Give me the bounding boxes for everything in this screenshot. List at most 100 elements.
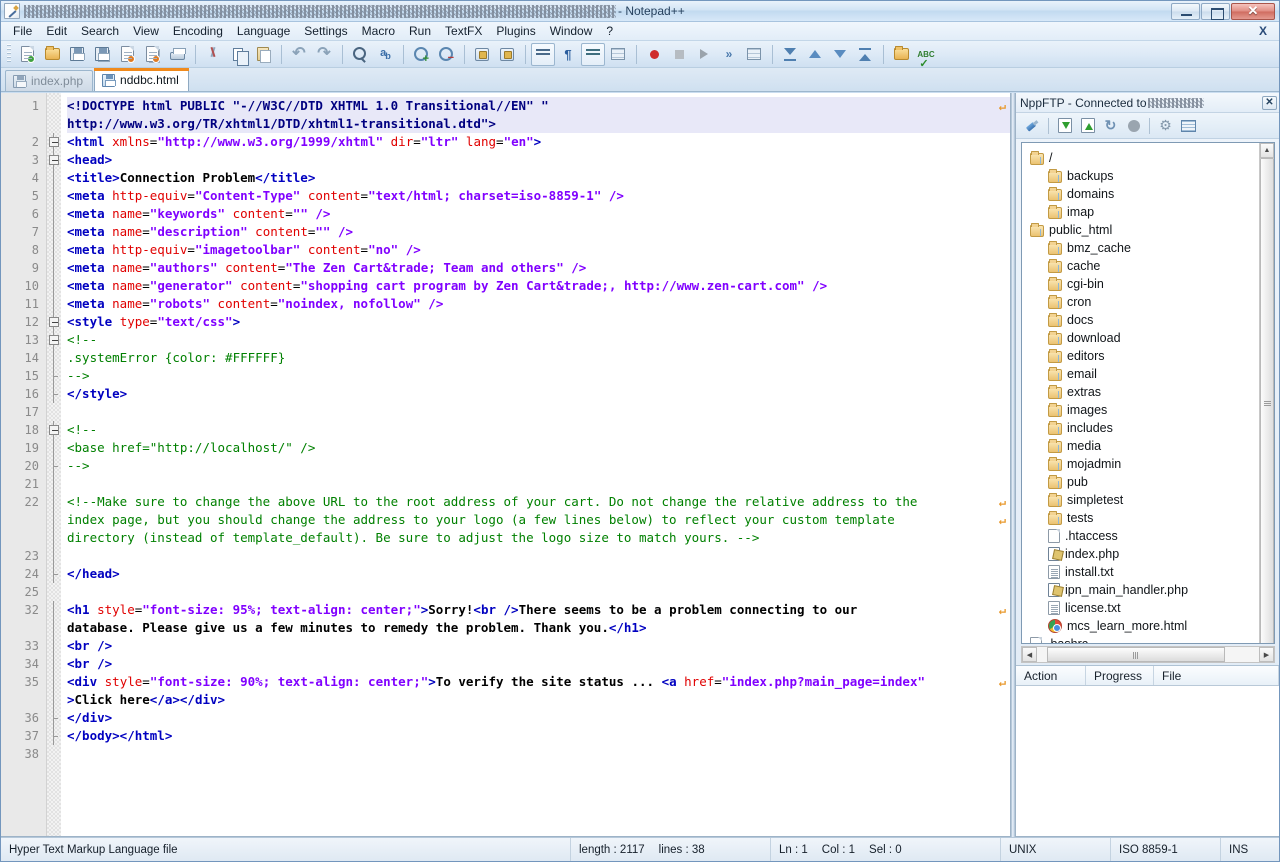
refresh-icon[interactable] <box>1100 115 1121 136</box>
scroll-track[interactable] <box>1260 158 1274 643</box>
code-line[interactable]: index page, but you should change the ad… <box>67 511 1010 529</box>
menu-encoding[interactable]: Encoding <box>166 23 230 39</box>
redo-icon[interactable] <box>312 43 336 66</box>
transfer-queue-body[interactable] <box>1016 686 1279 836</box>
fold-margin[interactable] <box>47 93 61 836</box>
run-macro-multiple-icon[interactable] <box>717 43 741 66</box>
code-line[interactable]: <meta name="keywords" content="" /> <box>67 205 1010 223</box>
maximize-button[interactable] <box>1201 2 1230 20</box>
code-line[interactable]: <!-- <box>67 421 1010 439</box>
code-line[interactable]: <meta name="authors" content="The Zen Ca… <box>67 259 1010 277</box>
code-line[interactable] <box>67 583 1010 601</box>
abort-icon[interactable] <box>1123 115 1144 136</box>
fold-toggle-icon[interactable] <box>47 421 61 439</box>
menu-file[interactable]: File <box>6 23 39 39</box>
tree-item[interactable]: mcs_learn_more.html <box>1022 617 1259 635</box>
fold-toggle-icon[interactable] <box>47 133 61 151</box>
sync-vertical-icon[interactable] <box>470 43 494 66</box>
tree-item[interactable]: extras <box>1022 383 1259 401</box>
record-macro-icon[interactable] <box>642 43 666 66</box>
save-icon[interactable] <box>65 43 89 66</box>
cut-icon[interactable] <box>201 43 225 66</box>
code-line[interactable]: <meta name="robots" content="noindex, no… <box>67 295 1010 313</box>
close-window-button[interactable]: ✕ <box>1231 2 1275 20</box>
tree-item[interactable]: email <box>1022 365 1259 383</box>
indent-guide-icon[interactable] <box>581 42 605 66</box>
code-text-area[interactable]: <!DOCTYPE html PUBLIC "-//W3C//DTD XHTML… <box>61 93 1010 836</box>
menu-plugins[interactable]: Plugins <box>489 23 542 39</box>
menu-run[interactable]: Run <box>402 23 438 39</box>
tree-item[interactable]: media <box>1022 437 1259 455</box>
close-all-icon[interactable] <box>140 43 164 66</box>
tree-item[interactable]: index.php <box>1022 545 1259 563</box>
user-define-dialog-icon[interactable] <box>606 43 630 66</box>
unfold-all-icon[interactable] <box>853 43 877 66</box>
column-action[interactable]: Action <box>1016 666 1086 685</box>
sync-horizontal-icon[interactable] <box>495 43 519 66</box>
zoom-out-icon[interactable] <box>434 43 458 66</box>
column-file[interactable]: File <box>1154 666 1279 685</box>
code-line[interactable]: <br /> <box>67 655 1010 673</box>
zoom-in-icon[interactable] <box>409 43 433 66</box>
scroll-thumb[interactable] <box>1047 647 1225 662</box>
code-line[interactable]: <meta http-equiv="imagetoolbar" content=… <box>67 241 1010 259</box>
collapse-level-icon[interactable] <box>803 43 827 66</box>
menu-macro[interactable]: Macro <box>355 23 402 39</box>
print-icon[interactable] <box>165 43 189 66</box>
tree-item[interactable]: editors <box>1022 347 1259 365</box>
code-editor[interactable]: 1 2 3 4 5 6 7 8 9 10 11 12 13 14 15 16 17 18 19 20 21 22 23 24 2… <box>1 93 1011 837</box>
tree-item[interactable]: mojadmin <box>1022 455 1259 473</box>
code-line[interactable]: <meta name="generator" content="shopping… <box>67 277 1010 295</box>
show-all-chars-icon[interactable] <box>556 43 580 66</box>
fold-all-icon[interactable] <box>778 43 802 66</box>
upload-icon[interactable] <box>1077 115 1098 136</box>
menu-help[interactable]: ? <box>599 23 620 39</box>
new-file-icon[interactable] <box>15 43 39 66</box>
close-panel-button[interactable]: ✕ <box>1262 95 1277 110</box>
tree-item[interactable]: / <box>1022 149 1259 167</box>
open-file-icon[interactable] <box>40 43 64 66</box>
fold-toggle-icon[interactable] <box>47 313 61 331</box>
messages-list-icon[interactable] <box>1178 115 1199 136</box>
fold-toggle-icon[interactable] <box>47 151 61 169</box>
tree-item[interactable]: images <box>1022 401 1259 419</box>
tree-item[interactable]: simpletest <box>1022 491 1259 509</box>
code-line[interactable]: <!--Make sure to change the above URL to… <box>67 493 1010 511</box>
code-line[interactable]: --> <box>67 457 1010 475</box>
scroll-left-icon[interactable]: ◀ <box>1022 647 1037 662</box>
close-file-icon[interactable] <box>115 43 139 66</box>
tree-item[interactable]: ipn_main_handler.php <box>1022 581 1259 599</box>
code-line[interactable]: </body></html> <box>67 727 1010 745</box>
menu-textfx[interactable]: TextFX <box>438 23 489 39</box>
menu-window[interactable]: Window <box>543 23 600 39</box>
tab-index-php[interactable]: index.php <box>5 70 94 91</box>
tree-item[interactable]: cgi-bin <box>1022 275 1259 293</box>
tree-horizontal-scrollbar[interactable]: ◀ ▶ <box>1021 646 1275 663</box>
minimize-button[interactable] <box>1171 2 1200 20</box>
code-line[interactable] <box>67 475 1010 493</box>
scroll-up-icon[interactable]: ▲ <box>1260 143 1274 158</box>
tree-item[interactable]: .htaccess <box>1022 527 1259 545</box>
tree-item[interactable]: domains <box>1022 185 1259 203</box>
tree-item[interactable]: includes <box>1022 419 1259 437</box>
toolbar-grip[interactable] <box>7 44 11 64</box>
code-line[interactable]: >Click here</a></div> <box>67 691 1010 709</box>
column-progress[interactable]: Progress <box>1086 666 1154 685</box>
code-line[interactable] <box>67 745 1010 763</box>
code-line[interactable] <box>67 547 1010 565</box>
fold-toggle-icon[interactable] <box>47 331 61 349</box>
code-line[interactable]: .systemError {color: #FFFFFF} <box>67 349 1010 367</box>
scroll-thumb[interactable] <box>1260 158 1274 643</box>
settings-gear-icon[interactable] <box>1155 115 1176 136</box>
code-line[interactable]: <title>Connection Problem</title> <box>67 169 1010 187</box>
code-line[interactable]: <h1 style="font-size: 95%; text-align: c… <box>67 601 1010 619</box>
download-icon[interactable] <box>1054 115 1075 136</box>
copy-icon[interactable] <box>226 43 250 66</box>
replace-icon[interactable]: ab <box>373 43 397 66</box>
tree-item[interactable]: backups <box>1022 167 1259 185</box>
code-line[interactable]: <!DOCTYPE html PUBLIC "-//W3C//DTD XHTML… <box>67 97 1010 115</box>
code-line[interactable]: directory (instead of template_default).… <box>67 529 1010 547</box>
tree-item[interactable]: cache <box>1022 257 1259 275</box>
tree-item[interactable]: bmz_cache <box>1022 239 1259 257</box>
find-icon[interactable] <box>348 43 372 66</box>
